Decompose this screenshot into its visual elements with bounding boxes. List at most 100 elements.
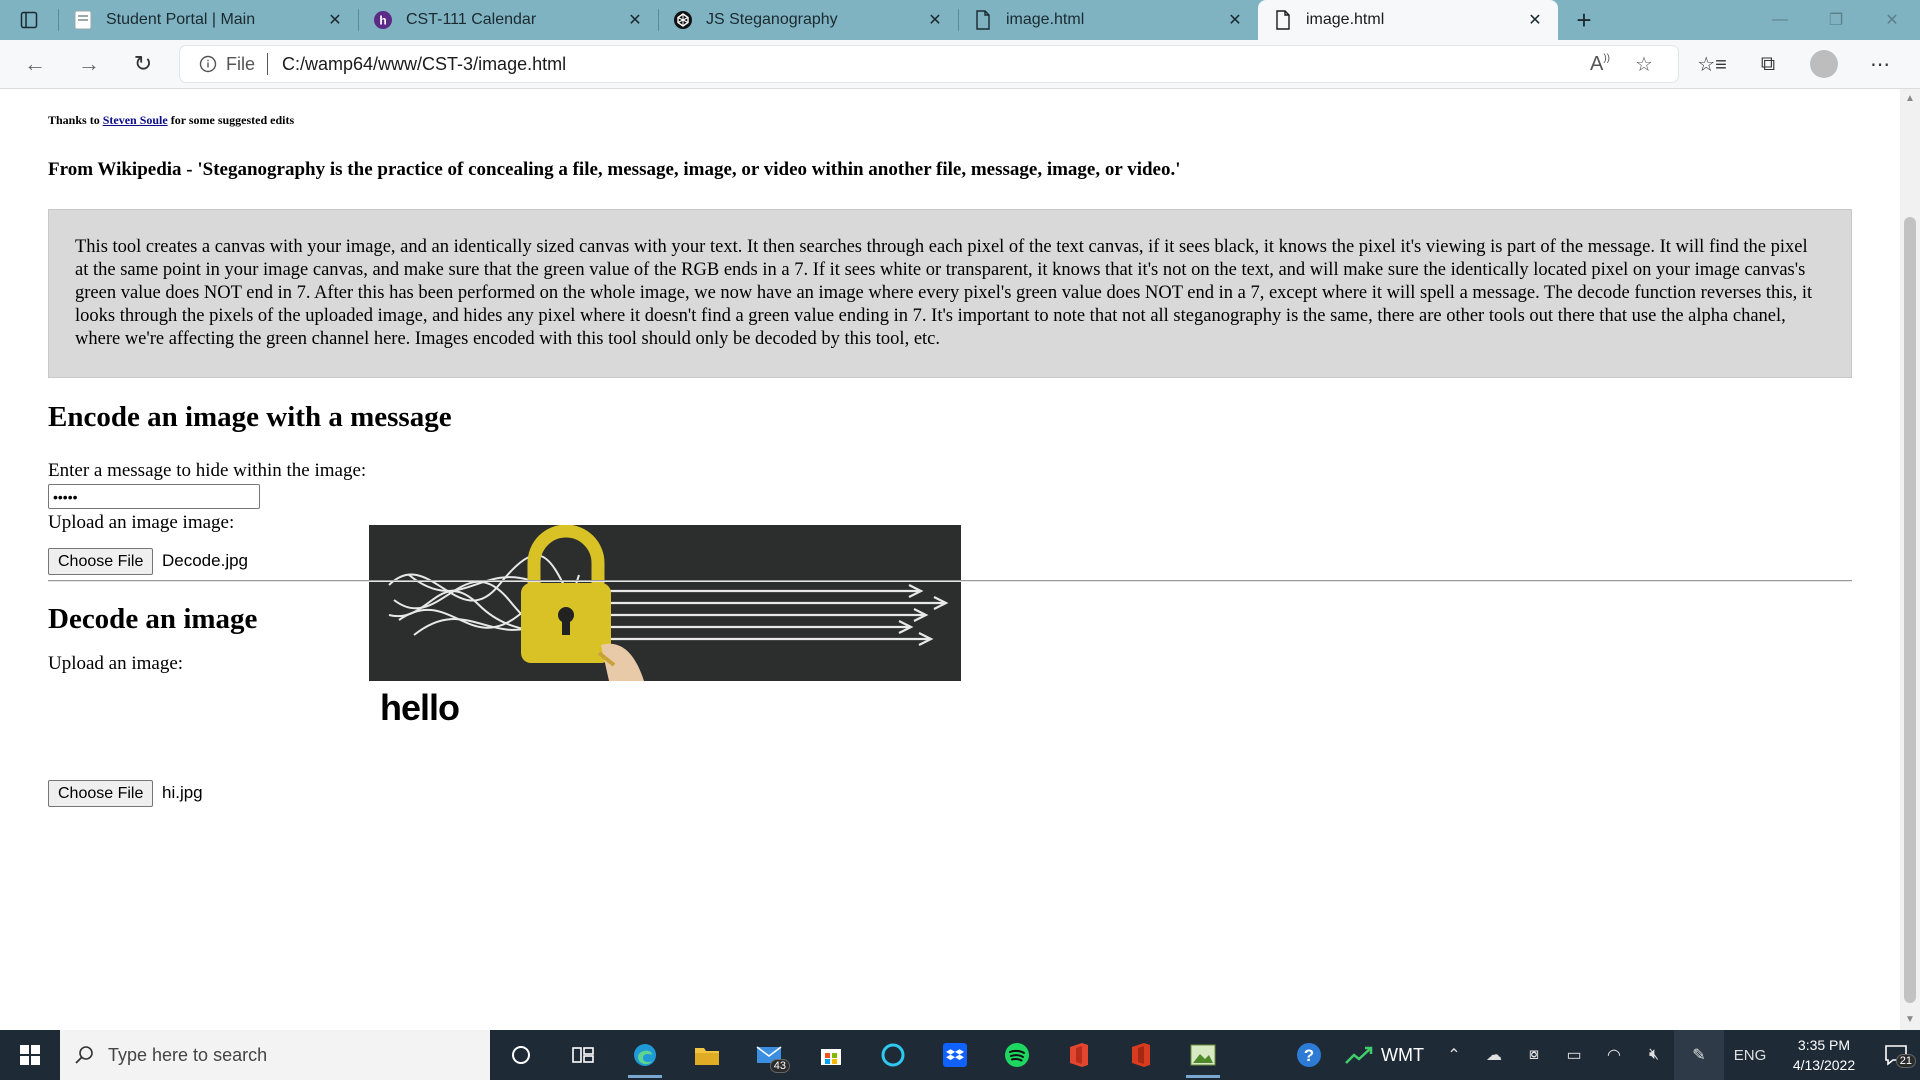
encode-file-name: Decode.jpg: [162, 551, 249, 570]
encode-preview-image: [369, 525, 961, 681]
message-input[interactable]: [48, 484, 260, 509]
address-bar[interactable]: File C:/wamp64/www/CST-3/image.html A)) …: [180, 46, 1678, 82]
notification-count: 21: [1895, 1054, 1916, 1068]
document-icon: [72, 9, 94, 31]
tab-student-portal[interactable]: Student Portal | Main ✕: [58, 0, 358, 40]
tab-title: image.html: [1306, 11, 1385, 28]
alexa-icon[interactable]: [862, 1030, 924, 1080]
tab-title: JS Steganography: [706, 11, 838, 28]
close-tab-icon[interactable]: ✕: [1524, 9, 1546, 31]
close-tab-icon[interactable]: ✕: [624, 9, 646, 31]
image-viewer-icon[interactable]: [1172, 1030, 1234, 1080]
info-icon[interactable]: [190, 55, 226, 73]
encode-heading: Encode an image with a message: [48, 401, 452, 433]
decoded-message-canvas: hello: [380, 687, 460, 728]
edge-icon[interactable]: [614, 1030, 676, 1080]
page-scrollbar[interactable]: ▲ ▼: [1900, 89, 1920, 1030]
help-icon[interactable]: ?: [1283, 1042, 1335, 1068]
decode-upload-label: Upload an image:: [48, 653, 184, 674]
decode-heading: Decode an image: [48, 603, 258, 635]
refresh-button[interactable]: ↻: [116, 40, 170, 88]
scroll-up-icon[interactable]: ▲: [1904, 93, 1916, 107]
description-box: This tool creates a canvas with your ima…: [48, 209, 1852, 378]
search-placeholder: Type here to search: [108, 1044, 268, 1065]
encode-choose-file-button[interactable]: Choose File: [48, 548, 154, 575]
toolbar-right: ☆≡ ⧉ ⋯: [1684, 40, 1908, 88]
new-tab-button[interactable]: +: [1558, 0, 1610, 40]
clock[interactable]: 3:35 PM 4/13/2022: [1776, 1035, 1872, 1075]
thanks-prefix: Thanks to: [48, 113, 103, 127]
tab-image-html-1[interactable]: image.html ✕: [958, 0, 1258, 40]
stock-ticker: WMT: [1381, 1044, 1424, 1065]
meet-now-icon[interactable]: ⧇: [1514, 1046, 1554, 1064]
thanks-suffix: for some suggested edits: [167, 113, 295, 127]
scroll-down-icon[interactable]: ▼: [1904, 1014, 1916, 1028]
chevron-up-icon[interactable]: ⌃: [1434, 1045, 1474, 1065]
onedrive-icon[interactable]: ☁: [1474, 1045, 1514, 1065]
restore-button[interactable]: ❐: [1808, 0, 1864, 40]
decode-choose-file-button[interactable]: Choose File: [48, 780, 154, 807]
file-icon: [1272, 9, 1294, 31]
page-content: Thanks to Steven Soule for some suggeste…: [0, 89, 1900, 1030]
close-tab-icon[interactable]: ✕: [924, 9, 946, 31]
minimize-button[interactable]: —: [1752, 0, 1808, 40]
system-tray: ? WMT ⌃ ☁ ⧇ ▭ ◠ 🔇︎ ✎ ENG 3:35 PM 4/13/20…: [1283, 1030, 1920, 1080]
office-alt-icon[interactable]: [1110, 1030, 1172, 1080]
browser-toolbar: ← → ↻ File C:/wamp64/www/CST-3/image.htm…: [0, 40, 1920, 89]
office-icon[interactable]: [1048, 1030, 1110, 1080]
language-indicator[interactable]: ENG: [1724, 1047, 1776, 1064]
svg-text:?: ?: [1304, 1046, 1314, 1065]
cortana-icon[interactable]: [490, 1030, 552, 1080]
file-explorer-icon[interactable]: [676, 1030, 738, 1080]
tab-title: image.html: [1006, 11, 1085, 28]
mail-badge: 43: [769, 1059, 790, 1073]
tab-cst111-calendar[interactable]: h CST-111 Calendar ✕: [358, 0, 658, 40]
profile-button[interactable]: [1796, 50, 1852, 78]
volume-muted-icon[interactable]: 🔇︎: [1634, 1046, 1674, 1064]
back-button[interactable]: ←: [8, 40, 62, 88]
close-tab-icon[interactable]: ✕: [324, 9, 346, 31]
section-divider: [48, 580, 1852, 582]
window-controls: — ❐ ✕: [1752, 0, 1920, 40]
notifications-button[interactable]: 21: [1872, 1044, 1920, 1068]
close-window-button[interactable]: ✕: [1864, 0, 1920, 40]
add-favorite-icon[interactable]: ☆: [1622, 52, 1666, 77]
favorites-icon[interactable]: ☆≡: [1684, 52, 1740, 77]
tab-actions-icon: [20, 11, 38, 29]
start-button[interactable]: [0, 1030, 60, 1080]
decode-file-name: hi.jpg: [162, 783, 203, 802]
microsoft-store-icon[interactable]: [800, 1030, 862, 1080]
time: 3:35 PM: [1797, 1037, 1851, 1053]
stock-up-icon: [1345, 1046, 1373, 1064]
codepen-icon: [672, 9, 694, 31]
close-tab-icon[interactable]: ✕: [1224, 9, 1246, 31]
forward-button[interactable]: →: [62, 40, 116, 88]
windows-logo-icon: [20, 1045, 40, 1065]
date: 4/13/2022: [1792, 1057, 1856, 1073]
tab-actions-button[interactable]: [0, 0, 58, 40]
dropbox-icon[interactable]: [924, 1030, 986, 1080]
pen-workspace-icon[interactable]: ✎: [1674, 1030, 1724, 1080]
task-view-icon[interactable]: [552, 1030, 614, 1080]
mail-icon[interactable]: 43: [738, 1030, 800, 1080]
collections-icon[interactable]: ⧉: [1740, 53, 1796, 76]
stock-widget[interactable]: WMT: [1345, 1045, 1424, 1066]
padlock-arrows-illustration: [369, 525, 961, 681]
message-label: Enter a message to hide within the image…: [48, 460, 367, 481]
taskbar-search[interactable]: Type here to search: [60, 1030, 490, 1080]
scheme-label: File: [226, 53, 256, 74]
battery-icon[interactable]: ▭: [1554, 1045, 1594, 1065]
thanks-line: Thanks to Steven Soule for some suggeste…: [48, 113, 294, 128]
tab-title: CST-111 Calendar: [406, 11, 537, 28]
wifi-icon[interactable]: ◠: [1594, 1045, 1634, 1065]
more-options-icon[interactable]: ⋯: [1852, 52, 1908, 77]
scroll-thumb[interactable]: [1904, 217, 1916, 1003]
refresh-icon: ↻: [133, 51, 153, 76]
url-text[interactable]: C:/wamp64/www/CST-3/image.html: [282, 54, 1578, 75]
tab-js-steganography[interactable]: JS Steganography ✕: [658, 0, 958, 40]
steven-soule-link[interactable]: Steven Soule: [103, 113, 168, 127]
tab-image-html-active[interactable]: image.html ✕: [1258, 0, 1558, 40]
search-icon: [75, 1046, 93, 1064]
read-aloud-icon[interactable]: A)): [1578, 53, 1622, 76]
spotify-icon[interactable]: [986, 1030, 1048, 1080]
